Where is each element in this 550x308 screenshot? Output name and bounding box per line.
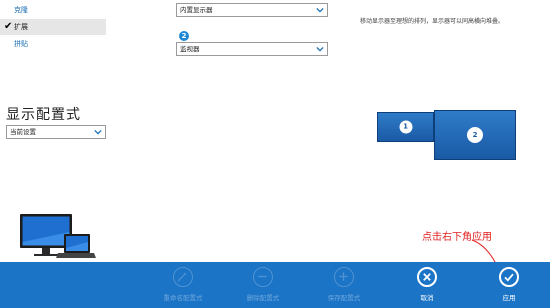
menu-item-extend[interactable]: ✔ 扩展 [0, 19, 106, 35]
monitor-2-tile[interactable]: 2 [434, 110, 516, 160]
menu-item-tile[interactable]: 拼贴 [0, 36, 106, 52]
monitor-1-select[interactable]: 内置显示器 [176, 3, 328, 17]
cancel-label: 取消 [420, 294, 434, 302]
menu-item-label: 拼贴 [14, 40, 28, 48]
save-profile-label: 保存配置式 [327, 294, 361, 302]
layout-hint: 移动显示器至理想的排列，显示器可以同高横向堆叠。 [360, 18, 505, 25]
profile-select-value: 当前设置 [10, 128, 36, 136]
display-config-heading: 显示配置式 [6, 107, 81, 123]
monitor-2-badge: 2 [179, 31, 189, 41]
chevron-down-icon [94, 129, 102, 135]
chevron-down-icon [316, 7, 324, 13]
delete-profile-button[interactable]: 删除配置式 [233, 264, 293, 308]
profile-select[interactable]: 当前设置 [6, 125, 106, 139]
cancel-button[interactable]: 取消 [397, 264, 457, 308]
menu-item-clone[interactable]: 克隆 [0, 2, 106, 18]
minus-icon [253, 267, 273, 287]
rename-profile-button[interactable]: 重命名配置式 [153, 264, 213, 308]
apply-button[interactable]: 应用 [479, 264, 539, 308]
chevron-down-icon [316, 46, 324, 52]
menu-item-label: 克隆 [14, 6, 28, 14]
monitor-1-tile[interactable]: 1 [377, 112, 434, 142]
monitor-1-select-value: 内置显示器 [180, 6, 213, 14]
checkmark-icon [499, 267, 519, 287]
devices-illustration-icon [20, 214, 96, 258]
rename-profile-label: 重命名配置式 [163, 294, 203, 302]
apply-label: 应用 [502, 294, 516, 302]
plus-icon [334, 267, 354, 287]
menu-item-label: 扩展 [14, 23, 28, 31]
bottom-action-bar: 重命名配置式 删除配置式 保存配置式 取消 应用 [0, 262, 550, 308]
monitor-1-number: 1 [399, 120, 412, 134]
save-profile-button[interactable]: 保存配置式 [314, 264, 374, 308]
monitor-2-select-value: 监视器 [180, 45, 200, 53]
checkmark-icon: ✔ [4, 21, 13, 32]
close-icon [417, 267, 437, 287]
monitor-2-number: 2 [467, 127, 483, 143]
delete-profile-label: 删除配置式 [246, 294, 280, 302]
pencil-icon [173, 267, 193, 287]
monitor-2-select[interactable]: 监视器 [176, 42, 328, 56]
